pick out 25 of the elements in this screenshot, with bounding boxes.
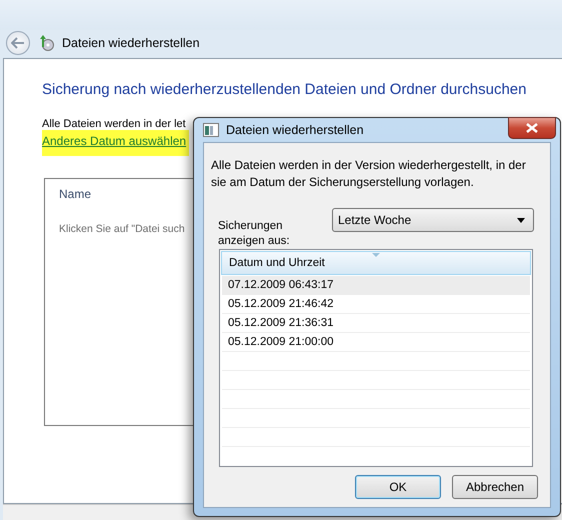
- close-icon: [526, 123, 538, 133]
- source-label: Sicherungen anzeigen aus:: [218, 219, 291, 249]
- change-date-link[interactable]: Anderes Datum auswählen: [42, 134, 186, 148]
- dialog-button[interactable]: Abbrechen: [452, 475, 538, 499]
- dialog-button[interactable]: OK: [355, 475, 441, 499]
- date-cell: 05.12.2009 21:36:31: [228, 317, 334, 329]
- info-text: Alle Dateien werden in der let: [42, 118, 186, 130]
- column-header[interactable]: Datum und Uhrzeit: [221, 251, 531, 275]
- back-arrow-icon: [11, 37, 25, 49]
- dialog-message: Alle Dateien werden in der Version wiederhergestellt, in der sie am Datum der Sicherungserstellung vorlagen.: [211, 157, 527, 191]
- date-cell: 05.12.2009 21:46:42: [228, 298, 334, 310]
- back-button[interactable]: [6, 31, 30, 55]
- table-row[interactable]: 07.12.2009 06:43:17: [222, 276, 530, 295]
- window-icon: [203, 123, 219, 137]
- close-button[interactable]: [508, 117, 556, 139]
- restore-disc-icon: [38, 35, 54, 51]
- sort-arrow-icon: [372, 253, 380, 257]
- date-cell: 05.12.2009 21:00:00: [228, 336, 334, 348]
- period-dropdown[interactable]: Letzte Woche: [332, 208, 534, 232]
- date-cell: 07.12.2009 06:43:17: [228, 279, 334, 291]
- window-title: Dateien wiederherstellen: [62, 36, 200, 50]
- dropdown-caret-icon: [517, 218, 525, 222]
- page-heading: Sicherung nach wiederherzustellenden Dateien und Ordner durchsuchen: [42, 81, 528, 98]
- dialog-title: Dateien wiederherstellen: [226, 123, 364, 137]
- empty-list-hint: Klicken Sie auf "Datei such: [59, 223, 185, 235]
